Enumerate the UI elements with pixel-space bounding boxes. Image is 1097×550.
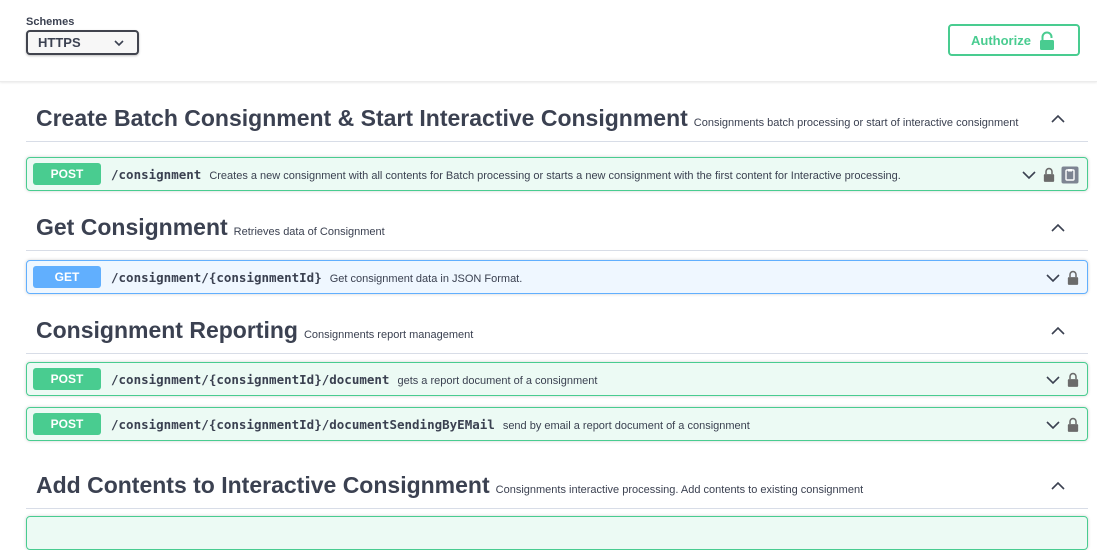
scheme-container: Schemes HTTPS Authorize xyxy=(0,0,1097,82)
operation-summary: gets a report document of a consignment xyxy=(397,375,598,387)
opblock-post[interactable]: POST/consignment/{consignmentId}/documen… xyxy=(26,362,1088,396)
tag-description: Consignments batch processing or start o… xyxy=(693,117,1019,129)
chevron-down-icon xyxy=(114,40,124,47)
lock-icon[interactable] xyxy=(1067,270,1079,286)
tag-header[interactable]: Get Consignment Retrieves data of Consign… xyxy=(26,191,1088,251)
tag-name: Create Batch Consignment & Start Interac… xyxy=(36,105,688,131)
operation-summary: send by email a report document of a con… xyxy=(502,420,750,432)
tag-section: Get Consignment Retrieves data of Consign… xyxy=(26,191,1088,294)
chevron-down-icon[interactable] xyxy=(1045,372,1061,388)
operation-icons xyxy=(1021,165,1079,185)
lock-icon[interactable] xyxy=(1067,372,1079,388)
opblock-post[interactable] xyxy=(26,516,1088,550)
schemes-label: Schemes xyxy=(26,16,75,28)
tag-header[interactable]: Add Contents to Interactive Consignment C… xyxy=(26,449,1088,509)
operation-icons xyxy=(1045,415,1079,435)
chevron-up-icon[interactable] xyxy=(1050,111,1066,127)
http-method-badge: POST xyxy=(33,413,101,435)
tag-description: Retrieves data of Consignment xyxy=(233,226,385,238)
chevron-down-icon[interactable] xyxy=(1045,270,1061,286)
path-text: /consignment/{consignmentId} xyxy=(111,270,322,285)
tag-section: Consignment Reporting Consignments report… xyxy=(26,294,1088,441)
tag-title: Add Contents to Interactive Consignment C… xyxy=(36,472,863,499)
path-text: /consignment/{consignmentId}/document xyxy=(111,372,390,387)
http-method-badge: POST xyxy=(33,368,101,390)
tag-description: Consignments interactive processing. Add… xyxy=(495,484,864,496)
schemes-select[interactable]: HTTPS xyxy=(26,30,139,55)
operation-icons xyxy=(1045,268,1079,288)
chevron-down-icon[interactable] xyxy=(1021,167,1037,183)
chevron-up-icon[interactable] xyxy=(1050,323,1066,339)
operation-summary: Get consignment data in JSON Format. xyxy=(329,273,523,285)
http-method-badge: GET xyxy=(33,266,101,288)
tag-name: Add Contents to Interactive Consignment xyxy=(36,472,490,498)
tag-name: Consignment Reporting xyxy=(36,317,298,343)
http-method-badge: POST xyxy=(33,163,101,185)
tag-section: Create Batch Consignment & Start Interac… xyxy=(26,82,1088,191)
tag-section: Add Contents to Interactive Consignment C… xyxy=(26,449,1088,550)
opblock-post[interactable]: POST/consignment/{consignmentId}/documen… xyxy=(26,407,1088,441)
operation-path: /consignment/{consignmentId} Get consignm… xyxy=(111,270,522,285)
chevron-up-icon[interactable] xyxy=(1050,478,1066,494)
operation-path: /consignment/{consignmentId}/document get… xyxy=(111,372,597,387)
tag-name: Get Consignment xyxy=(36,214,228,240)
opblock-get[interactable]: GET/consignment/{consignmentId} Get consi… xyxy=(26,260,1088,294)
chevron-up-icon[interactable] xyxy=(1050,220,1066,236)
operation-path: /consignment/{consignmentId}/documentSen… xyxy=(111,417,750,432)
lock-icon[interactable] xyxy=(1043,167,1055,183)
operation-icons xyxy=(1045,370,1079,390)
authorize-button[interactable]: Authorize xyxy=(948,24,1080,56)
operation-summary: Creates a new consignment with all conte… xyxy=(209,170,901,182)
path-text: /consignment xyxy=(111,167,202,182)
tag-title: Get Consignment Retrieves data of Consign… xyxy=(36,214,385,241)
operation-path: /consignment Creates a new consignment wi… xyxy=(111,167,901,182)
opblock-post[interactable]: POST/consignment Creates a new consignmen… xyxy=(26,157,1088,191)
lock-icon[interactable] xyxy=(1067,417,1079,433)
tag-description: Consignments report management xyxy=(303,329,474,341)
schemes-selected-value: HTTPS xyxy=(38,35,81,50)
authorize-button-label: Authorize xyxy=(971,33,1031,48)
tag-title: Consignment Reporting Consignments report… xyxy=(36,317,473,344)
copy-to-clipboard-icon[interactable] xyxy=(1061,166,1079,184)
tag-header[interactable]: Create Batch Consignment & Start Interac… xyxy=(26,82,1088,142)
tag-header[interactable]: Consignment Reporting Consignments report… xyxy=(26,294,1088,354)
lock-icon xyxy=(1040,31,1054,50)
tag-title: Create Batch Consignment & Start Interac… xyxy=(36,105,1018,132)
path-text: /consignment/{consignmentId}/documentSen… xyxy=(111,417,495,432)
chevron-down-icon[interactable] xyxy=(1045,417,1061,433)
operations-list: Create Batch Consignment & Start Interac… xyxy=(26,82,1088,550)
